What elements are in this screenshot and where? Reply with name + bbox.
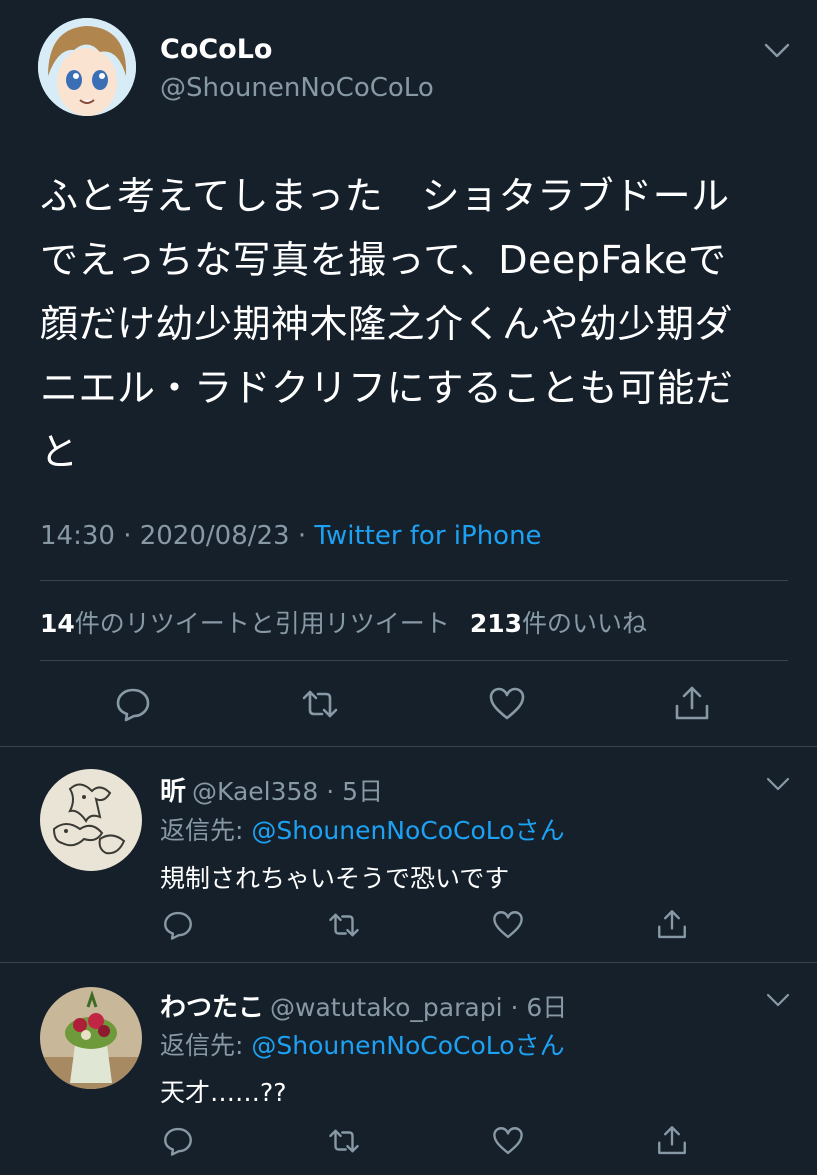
avatar[interactable] bbox=[38, 18, 136, 116]
reply-text: 規制されちゃいそうで恐いです bbox=[160, 864, 510, 893]
reply-display-name[interactable]: 昕 bbox=[160, 777, 186, 807]
chevron-down-icon[interactable] bbox=[764, 989, 792, 1011]
tweet-text: ふと考えてしまった ショタラブドール でえっちな写真を撮って、DeepFakeで… bbox=[40, 164, 800, 484]
reply-to: 返信先: @ShounenNoCoCoLoさん bbox=[160, 811, 565, 847]
avatar[interactable] bbox=[40, 987, 142, 1089]
tweet-text-line: でえっちな写真を撮って、DeepFakeで bbox=[40, 238, 727, 282]
tweet-source-link[interactable]: Twitter for iPhone bbox=[314, 521, 541, 551]
tweet-meta: 14:30 · 2020/08/23 · Twitter for iPhone bbox=[40, 521, 542, 551]
reply-header: 昕 @Kael358 · 5日 bbox=[160, 771, 383, 808]
likes-stat[interactable]: 213件のいいね bbox=[470, 609, 647, 638]
like-icon[interactable] bbox=[485, 682, 529, 726]
likes-count: 213 bbox=[469, 609, 522, 638]
reply-handle-time[interactable]: @Kael358 · 5日 bbox=[192, 777, 383, 806]
reply-handle-time[interactable]: @watutako_parapi · 6日 bbox=[270, 993, 567, 1022]
reply-to-prefix: 返信先: bbox=[160, 1031, 252, 1060]
chevron-down-icon[interactable] bbox=[764, 773, 792, 795]
reply-icon[interactable] bbox=[160, 1123, 196, 1159]
like-icon[interactable] bbox=[490, 907, 526, 943]
user-handle[interactable]: @ShounenNoCoCoLo bbox=[160, 73, 434, 103]
reply-icon[interactable] bbox=[160, 907, 196, 943]
tweet-text-line: ふと考えてしまった ショタラブドール bbox=[40, 174, 730, 218]
divider bbox=[40, 580, 788, 581]
retweet-icon[interactable] bbox=[326, 907, 362, 943]
share-icon[interactable] bbox=[654, 907, 690, 943]
reply-icon[interactable] bbox=[111, 682, 155, 726]
reply-to-prefix: 返信先: bbox=[160, 816, 252, 845]
reply-to-mention[interactable]: @ShounenNoCoCoLoさん bbox=[251, 1031, 564, 1060]
reply-to-mention[interactable]: @ShounenNoCoCoLoさん bbox=[251, 816, 564, 845]
tweet-stats: 14件のリツイートと引用リツイート 213件のいいね bbox=[40, 604, 647, 640]
display-name[interactable]: CoCoLo bbox=[160, 34, 272, 65]
tweet-timestamp[interactable]: 14:30 · 2020/08/23 · bbox=[40, 521, 314, 551]
tweet-actions bbox=[0, 682, 817, 726]
retweets-label: 件のリツイートと引用リツイート bbox=[74, 609, 450, 638]
reply-actions bbox=[0, 907, 817, 943]
retweet-icon[interactable] bbox=[326, 1123, 362, 1159]
share-icon[interactable] bbox=[654, 1123, 690, 1159]
reply-tweet[interactable]: 昕 @Kael358 · 5日 返信先: @ShounenNoCoCoLoさん 規… bbox=[0, 747, 817, 961]
reply-actions bbox=[0, 1123, 817, 1159]
likes-label: 件のいいね bbox=[522, 609, 648, 638]
retweet-icon[interactable] bbox=[298, 682, 342, 726]
tweet-text-line: 顔だけ幼少期神木隆之介くんや幼少期ダ bbox=[40, 302, 734, 346]
avatar[interactable] bbox=[40, 769, 142, 871]
reply-header: わつたこ @watutako_parapi · 6日 bbox=[160, 987, 567, 1024]
like-icon[interactable] bbox=[490, 1123, 526, 1159]
main-tweet: CoCoLo @ShounenNoCoCoLo ふと考えてしまった ショタラブド… bbox=[0, 0, 817, 746]
share-icon[interactable] bbox=[670, 682, 714, 726]
retweets-stat[interactable]: 14件のリツイートと引用リツイート bbox=[40, 609, 450, 638]
reply-display-name[interactable]: わつたこ bbox=[160, 993, 264, 1023]
tweet-text-line: ニエル・ラドクリフにすることも可能だ bbox=[40, 366, 734, 410]
reply-to: 返信先: @ShounenNoCoCoLoさん bbox=[160, 1026, 565, 1062]
reply-tweet[interactable]: わつたこ @watutako_parapi · 6日 返信先: @ShounenN… bbox=[0, 963, 817, 1175]
tweet-detail-page: CoCoLo @ShounenNoCoCoLo ふと考えてしまった ショタラブド… bbox=[0, 0, 817, 1175]
reply-text: 天才……?? bbox=[160, 1078, 287, 1107]
chevron-down-icon[interactable] bbox=[762, 38, 792, 62]
retweets-count: 14 bbox=[40, 609, 75, 638]
divider bbox=[40, 660, 788, 661]
tweet-text-line: と bbox=[40, 430, 79, 474]
